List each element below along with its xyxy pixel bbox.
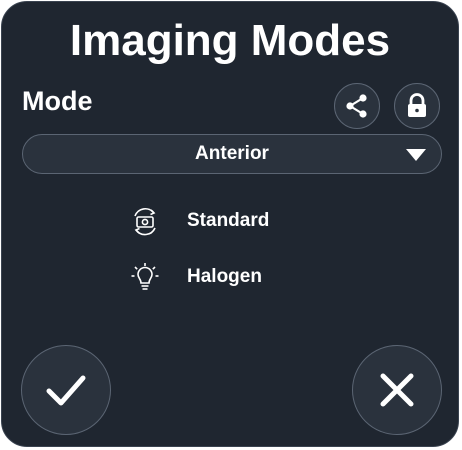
- info-label-standard: Standard: [187, 210, 270, 231]
- confirm-button[interactable]: [21, 345, 111, 435]
- mode-dropdown[interactable]: Anterior: [22, 134, 442, 174]
- lock-icon: [408, 93, 426, 117]
- share-button[interactable]: [334, 83, 380, 129]
- mode-dropdown-value: Anterior: [195, 143, 269, 164]
- info-row-halogen: Halogen: [130, 260, 262, 294]
- camera-rotate-icon: [134, 207, 156, 236]
- mode-label: Mode: [22, 86, 93, 116]
- lock-button[interactable]: [394, 83, 440, 129]
- imaging-modes-dialog: Imaging Modes Mode Anterior Standard Hal…: [1, 1, 459, 447]
- info-row-standard: Standard: [130, 204, 269, 238]
- info-label-halogen: Halogen: [187, 266, 262, 287]
- cancel-button[interactable]: [352, 345, 442, 435]
- close-icon: [380, 373, 414, 407]
- lightbulb-icon: [131, 263, 159, 290]
- dialog-title: Imaging Modes: [69, 16, 391, 65]
- share-icon: [346, 94, 367, 118]
- checkmark-icon: [46, 375, 86, 406]
- chevron-down-icon: [406, 149, 426, 161]
